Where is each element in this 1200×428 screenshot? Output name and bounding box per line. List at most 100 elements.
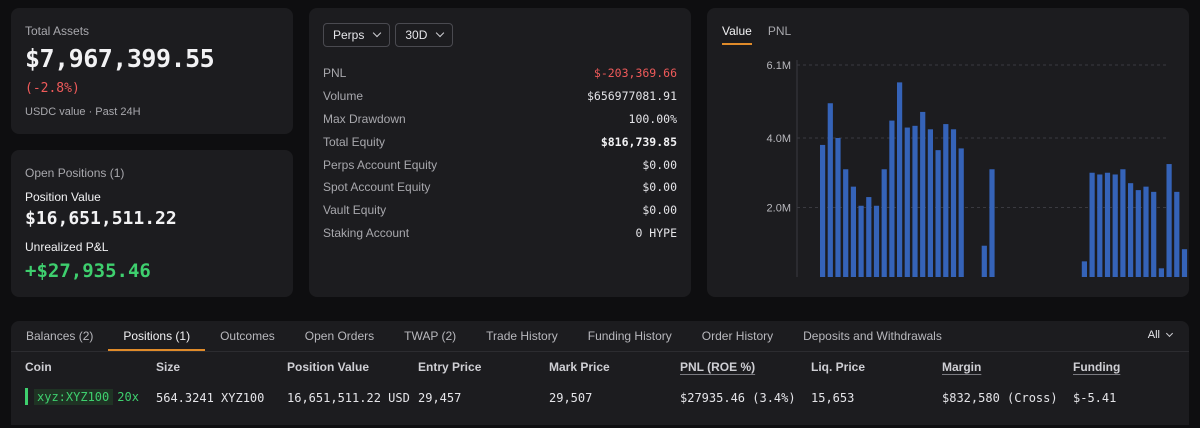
tab-order-history[interactable]: Order History — [687, 321, 788, 351]
chart-bar[interactable] — [1081, 261, 1087, 277]
chart-bar[interactable] — [1135, 190, 1141, 277]
header-divider — [11, 351, 1189, 352]
market-select-value: Perps — [333, 28, 365, 42]
filter-select[interactable]: All — [1147, 329, 1174, 341]
y-tick-label: 2.0M — [767, 202, 791, 214]
position-value: $16,651,511.22 — [25, 208, 177, 229]
position-size: 564.3241 XYZ100 — [156, 391, 265, 405]
chart-bar[interactable] — [989, 169, 995, 277]
total-assets-label: Total Assets — [25, 24, 90, 38]
chart-bar[interactable] — [897, 82, 903, 278]
chart-bar[interactable] — [1112, 174, 1118, 277]
summary-row-spot-equity: Spot Account Equity $0.00 — [323, 176, 677, 199]
chart-card: Value PNL 6.1M 4.0M 2.0M — [707, 8, 1189, 297]
chart-bar[interactable] — [1158, 268, 1164, 277]
chart-bar[interactable] — [1151, 191, 1157, 277]
chart-bar[interactable] — [958, 148, 964, 277]
summary-row-perps-equity: Perps Account Equity $0.00 — [323, 153, 677, 176]
col-pnl[interactable]: PNL (ROE %) — [680, 360, 755, 374]
long-indicator — [25, 388, 28, 405]
chart-bar[interactable] — [950, 129, 957, 277]
summary-value: $-203,369.66 — [593, 66, 677, 81]
position-coin[interactable]: xyz:XYZ100 20x — [25, 388, 139, 405]
summary-label: Max Drawdown — [323, 111, 406, 126]
open-positions-title: Open Positions (1) — [25, 166, 125, 180]
chart-bar[interactable] — [873, 205, 880, 277]
positions-panel: Balances (2) Positions (1) Outcomes Open… — [11, 321, 1189, 425]
tab-open-orders[interactable]: Open Orders — [290, 321, 389, 351]
chart-bar[interactable] — [1089, 172, 1095, 277]
account-summary-card: Perps 30D PNL $-203,369.66 Volume $6569770… — [309, 8, 691, 297]
chart-bar[interactable] — [835, 137, 841, 277]
summary-row-staking: Staking Account 0 HYPE — [323, 222, 677, 245]
filter-select-value: All — [1147, 329, 1160, 341]
chart-bar[interactable] — [927, 129, 933, 277]
position-pnl: $27935.46 (3.4%) — [680, 391, 796, 405]
col-coin: Coin — [25, 360, 52, 374]
chart-bar[interactable] — [843, 169, 849, 277]
col-mark-price: Mark Price — [549, 360, 610, 374]
chart-bar[interactable] — [1120, 169, 1126, 277]
tab-trade-history[interactable]: Trade History — [471, 321, 573, 351]
unrealized-pnl-value: +$27,935.46 — [25, 260, 151, 282]
summary-value: 100.00% — [628, 111, 677, 126]
chart-bar[interactable] — [1181, 249, 1188, 277]
liq-price: 15,653 — [811, 391, 855, 405]
position-value-cell: 16,651,511.22 USD — [287, 391, 410, 405]
chart-bar[interactable] — [1104, 172, 1111, 277]
chart-bar[interactable] — [904, 127, 910, 278]
chart-bar[interactable] — [827, 103, 833, 277]
tab-funding-history[interactable]: Funding History — [573, 321, 687, 351]
chart-bar[interactable] — [912, 125, 918, 277]
bottom-tabs: Balances (2) Positions (1) Outcomes Open… — [11, 321, 957, 351]
summary-label: Staking Account — [323, 225, 410, 240]
chart-bar[interactable] — [881, 169, 887, 277]
chart-bar[interactable] — [850, 186, 856, 277]
chart-bar[interactable] — [1143, 186, 1149, 277]
chart-bar[interactable] — [1166, 164, 1172, 277]
margin: $832,580 (Cross) — [942, 391, 1058, 405]
funding: $-5.41 — [1073, 391, 1117, 405]
summary-value: $0.00 — [642, 180, 677, 195]
chart-bar[interactable] — [1097, 174, 1103, 277]
tab-balances[interactable]: Balances (2) — [11, 321, 108, 351]
col-margin[interactable]: Margin — [942, 360, 981, 374]
summary-row-pnl: PNL $-203,369.66 — [323, 62, 677, 85]
chart-bar[interactable] — [820, 144, 826, 277]
col-size: Size — [156, 360, 181, 374]
tab-twap[interactable]: TWAP (2) — [389, 321, 471, 351]
col-liq-price: Liq. Price — [811, 360, 866, 374]
entry-price: 29,457 — [418, 391, 462, 405]
summary-row-volume: Volume $656977081.91 — [323, 85, 677, 108]
summary-label: Total Equity — [323, 134, 386, 149]
period-select[interactable]: 30D — [395, 23, 454, 47]
position-value-label: Position Value — [25, 190, 101, 204]
summary-value: $656977081.91 — [586, 89, 677, 104]
chart-bar[interactable] — [920, 111, 926, 277]
chart-bar[interactable] — [889, 120, 895, 277]
tab-outcomes[interactable]: Outcomes — [205, 321, 290, 351]
open-positions-card: Open Positions (1) Position Value $16,65… — [11, 150, 293, 297]
chart-bar[interactable] — [1174, 191, 1180, 277]
y-tick-label: 4.0M — [767, 133, 791, 145]
col-funding[interactable]: Funding — [1073, 360, 1120, 374]
summary-value: $0.00 — [642, 157, 677, 172]
chart-bar[interactable] — [981, 245, 987, 277]
tab-deposits-withdrawals[interactable]: Deposits and Withdrawals — [788, 321, 957, 351]
summary-row-total-equity: Total Equity $816,739.85 — [323, 130, 677, 153]
summary-label: Volume — [323, 89, 364, 104]
chart-bar[interactable] — [1128, 183, 1134, 277]
chart-bar[interactable] — [935, 150, 941, 277]
summary-label: Vault Equity — [323, 203, 387, 218]
market-select[interactable]: Perps — [323, 23, 391, 47]
total-assets-subtitle: USDC value · Past 24H — [25, 106, 141, 118]
tab-positions[interactable]: Positions (1) — [108, 321, 206, 351]
chart-bar[interactable] — [943, 124, 949, 277]
col-entry-price: Entry Price — [418, 360, 482, 374]
total-assets-value: $7,967,399.55 — [25, 44, 215, 73]
total-assets-change: (-2.8%) — [25, 81, 80, 96]
chart-bar[interactable] — [858, 205, 864, 277]
chart-bar[interactable] — [866, 197, 872, 277]
coin-name: xyz:XYZ100 — [34, 388, 114, 405]
summary-label: PNL — [323, 66, 347, 81]
